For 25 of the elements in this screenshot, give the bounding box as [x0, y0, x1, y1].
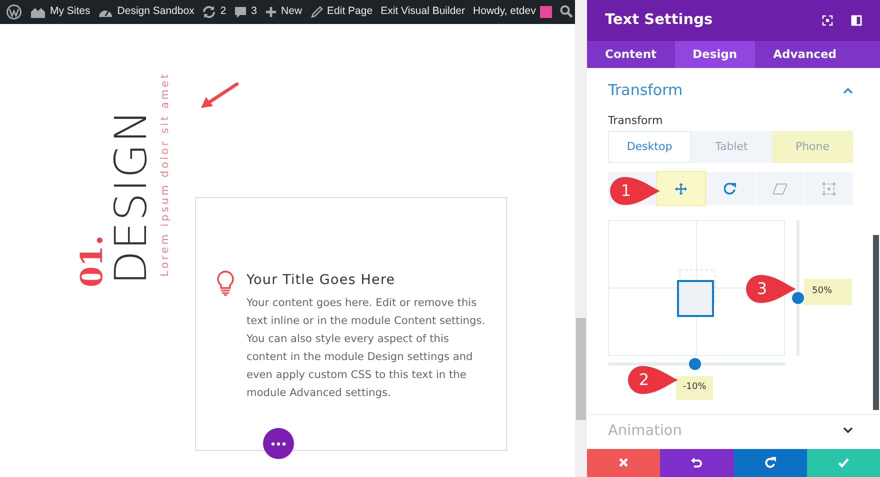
toolbar-link[interactable]: 3 — [251, 4, 258, 20]
section-number: 01. — [78, 234, 108, 287]
field-label: Transform — [608, 113, 664, 130]
toolbar-link[interactable]: My Sites — [50, 4, 90, 20]
section-title[interactable]: Transform — [608, 78, 683, 102]
vertical-subheading: Lorem ipsum dolor sit amet — [160, 72, 170, 276]
blurb-title: Your Title Goes Here — [246, 271, 396, 290]
vertical-heading: DESIGN — [110, 109, 154, 285]
toolbar-link[interactable]: Exit Visual Builder — [380, 4, 466, 20]
callout-marker: 1 — [609, 176, 661, 206]
value-field[interactable]: 50% — [804, 279, 852, 305]
blurb-text: Your content goes here. Edit or remove this text inline or in the module Content settings. You can also style every aspect of this content in the module Design settings and even apply custom CSS to this text in the module Advanced settings. — [246, 296, 486, 402]
settings-tab[interactable]: Content — [587, 40, 675, 68]
callout-marker: 3 — [745, 274, 797, 304]
callout-marker: 2 — [627, 365, 679, 395]
panel-title: Text Settings — [605, 10, 713, 30]
account-link[interactable]: Howdy, etdev — [473, 4, 536, 20]
settings-tab[interactable]: Design — [674, 40, 756, 68]
value-field[interactable]: -10% — [676, 376, 714, 400]
toolbar-link[interactable]: New — [281, 4, 302, 20]
device-tab[interactable]: Desktop — [608, 131, 691, 164]
toolbar-link[interactable]: Design Sandbox — [117, 4, 194, 20]
toolbar-link[interactable]: 2 — [220, 4, 226, 20]
toolbar-link[interactable]: Edit Page — [327, 4, 373, 20]
settings-tab[interactable]: Advanced — [755, 40, 855, 68]
